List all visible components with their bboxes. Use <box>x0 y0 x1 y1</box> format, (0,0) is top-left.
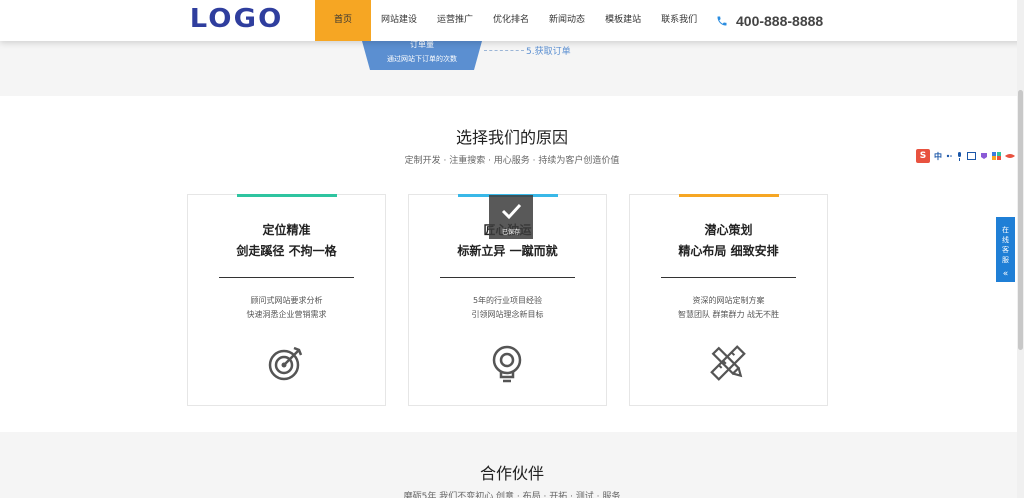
section-title: 合作伙伴 <box>479 464 544 483</box>
saved-label: 已保存 <box>501 229 520 236</box>
lightbulb-icon <box>492 345 522 383</box>
skin-icon[interactable] <box>980 152 988 160</box>
ime-toolbar: S 中 <box>916 149 1015 163</box>
nav-item-promotion[interactable]: 运营推广 <box>427 0 483 41</box>
card-accent-bar <box>237 194 337 197</box>
flow-step-next: 5.获取订单 <box>526 47 571 57</box>
nav-item-templates[interactable]: 模板建站 <box>595 0 651 41</box>
reason-card-positioning[interactable]: 定位精准 剑走蹊径 不拘一格 顾问式网站要求分析 快速洞悉企业营销需求 <box>187 194 386 406</box>
process-flow-strip: 订单量 通过网站下订单的次数 5.获取订单 <box>0 40 1024 96</box>
card-text-line: 顾问式网站要求分析 <box>250 296 323 305</box>
card-heading: 定位精准 <box>262 223 311 237</box>
phone-number[interactable]: 400-888-8888 <box>736 13 823 29</box>
pencil-ruler-icon <box>710 345 746 381</box>
site-header: LOGO 首页 网站建设 运营推广 优化排名 新闻动态 模板建站 联系我们 40… <box>0 0 1024 41</box>
checkmark-icon <box>501 203 522 220</box>
microphone-icon[interactable] <box>956 151 963 161</box>
phone-contact: 400-888-8888 <box>716 0 823 41</box>
card-accent-bar <box>679 194 779 197</box>
online-service-char: 线 <box>1002 236 1009 244</box>
card-divider <box>661 277 796 278</box>
phone-icon <box>717 16 727 25</box>
card-text-line: 智慧团队 群策群力 战无不胜 <box>677 310 780 319</box>
online-service-char: 客 <box>1002 246 1009 254</box>
scrollbar-thumb[interactable] <box>1018 90 1023 350</box>
main-nav: 首页 网站建设 运营推广 优化排名 新闻动态 模板建站 联系我们 <box>315 0 707 41</box>
card-text-line: 5年的行业项目经验 <box>472 296 543 305</box>
keyboard-icon[interactable] <box>967 152 976 160</box>
partners-section: 合作伙伴 磨砺5年 我们不变初心 创意 · 布局 · 开拓 · 测试 · 服务 <box>0 432 1024 498</box>
nav-item-news[interactable]: 新闻动态 <box>539 0 595 41</box>
reason-card-planning[interactable]: 潜心策划 精心布局 细致安排 资深的网站定制方案 智慧团队 群策群力 战无不胜 <box>629 194 828 406</box>
section-subtitle: 磨砺5年 我们不变初心 创意 · 布局 · 开拓 · 测试 · 服务 <box>403 492 621 498</box>
card-subheading: 剑走蹊径 不拘一格 <box>236 244 337 258</box>
flow-connector <box>484 50 524 51</box>
online-service-char: 服 <box>1002 256 1009 264</box>
online-service-label: 在 线 客 服 <box>996 225 1015 265</box>
flow-step-orders: 订单量 通过网站下订单的次数 <box>362 40 482 70</box>
nav-item-website-build[interactable]: 网站建设 <box>371 0 427 41</box>
nav-item-contact[interactable]: 联系我们 <box>651 0 707 41</box>
sogou-logo-icon[interactable]: S <box>916 149 930 163</box>
card-subheading: 精心布局 细致安排 <box>678 244 779 258</box>
section-title: 选择我们的原因 <box>455 128 568 147</box>
double-chevron-left-icon[interactable]: « <box>996 269 1015 279</box>
nav-item-seo[interactable]: 优化排名 <box>483 0 539 41</box>
nav-item-home[interactable]: 首页 <box>315 0 371 41</box>
online-service-tab[interactable]: 在 线 客 服 « <box>996 217 1015 282</box>
reasons-section: 选择我们的原因 定制开发 · 注重搜索 · 用心服务 · 持续为客户创造价值 定… <box>0 96 1024 432</box>
card-heading: 潜心策划 <box>704 223 753 237</box>
card-subheading: 标新立异 一蹴而就 <box>457 244 558 258</box>
online-service-char: 在 <box>1002 226 1009 234</box>
section-subtitle: 定制开发 · 注重搜索 · 用心服务 · 持续为客户创造价值 <box>404 156 620 166</box>
card-divider <box>440 277 575 278</box>
site-logo[interactable]: LOGO <box>190 4 284 34</box>
card-text-line: 快速洞悉企业营销需求 <box>246 310 327 319</box>
more-icon[interactable] <box>1005 153 1015 160</box>
page-scrollbar[interactable] <box>1017 0 1024 498</box>
card-text-line: 资深的网站定制方案 <box>692 296 765 305</box>
saved-toast: 已保存 <box>489 195 533 239</box>
ime-mode-toggle[interactable]: 中 <box>934 151 942 162</box>
flow-step-desc: 通过网站下订单的次数 <box>387 55 457 63</box>
target-icon <box>268 346 303 381</box>
toolbox-icon[interactable] <box>992 152 1001 160</box>
card-divider <box>219 277 354 278</box>
punctuation-icon[interactable] <box>946 153 952 159</box>
card-text-line: 引领网站理念新目标 <box>471 310 544 319</box>
